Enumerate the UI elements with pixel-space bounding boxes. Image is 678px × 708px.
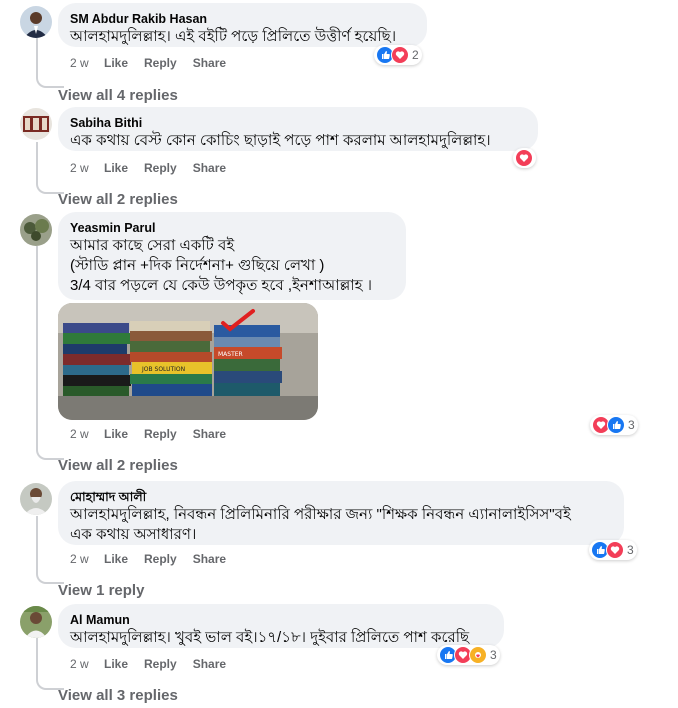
reaction-count: 3 [490, 648, 497, 662]
comment-timestamp[interactable]: 2 w [70, 56, 104, 70]
comment-bubble: SM Abdur Rakib Hasan আলহামদুলিল্লাহ। এই … [58, 3, 427, 47]
comment-timestamp[interactable]: 2 w [70, 427, 104, 441]
comment-timestamp[interactable]: 2 w [70, 161, 104, 175]
comment-text: আলহামদুলিল্লাহ। খুবই ভাল বই।১৭/১৮। দুইবা… [70, 629, 470, 646]
comment-author[interactable]: SM Abdur Rakib Hasan [70, 11, 415, 27]
reaction-summary[interactable] [513, 148, 536, 168]
avatar[interactable] [20, 214, 52, 246]
comment-text: আলহামদুলিল্লাহ, নিবন্ধন প্রিলিমিনারি পরী… [70, 506, 571, 543]
like-button[interactable]: Like [104, 427, 128, 441]
comment-actions: 2 w Like Reply Share [70, 56, 242, 70]
comment-actions: 2 w Like Reply Share [70, 657, 242, 671]
love-icon [391, 46, 409, 64]
reply-button[interactable]: Reply [144, 427, 177, 441]
view-replies-link[interactable]: View 1 reply [58, 582, 144, 599]
book-label: JOB SOLUTION [141, 366, 185, 373]
reaction-summary[interactable]: 3 [589, 540, 637, 560]
comment-timestamp[interactable]: 2 w [70, 657, 104, 671]
reaction-summary[interactable]: 2 [374, 45, 422, 65]
share-button[interactable]: Share [193, 56, 226, 70]
comment-actions: 2 w Like Reply Share [70, 427, 242, 441]
comment-author[interactable]: Yeasmin Parul [70, 220, 394, 236]
care-icon [469, 646, 487, 664]
avatar[interactable] [20, 6, 52, 38]
avatar[interactable] [20, 483, 52, 515]
comment-text: আলহামদুলিল্লাহ। এই বইটি পড়ে প্রিলিতে উত… [70, 28, 397, 45]
reply-button[interactable]: Reply [144, 56, 177, 70]
share-button[interactable]: Share [193, 552, 226, 566]
comment-bubble: Sabiha Bithi এক কথায় বেস্ট কোন কোচিং ছা… [58, 107, 538, 151]
reply-button[interactable]: Reply [144, 161, 177, 175]
comment-actions: 2 w Like Reply Share [70, 552, 242, 566]
view-replies-link[interactable]: View all 2 replies [58, 457, 178, 474]
comment-bubble: Yeasmin Parul আমার কাছে সেরা একটি বই (স্… [58, 212, 406, 300]
comment-bubble: মোহাম্মাদ আলী আলহামদুলিল্লাহ, নিবন্ধন প্… [58, 481, 624, 545]
reaction-count: 2 [412, 48, 419, 62]
share-button[interactable]: Share [193, 427, 226, 441]
view-replies-link[interactable]: View all 3 replies [58, 687, 178, 704]
reaction-summary[interactable]: 3 [437, 645, 500, 665]
like-button[interactable]: Like [104, 657, 128, 671]
reply-button[interactable]: Reply [144, 657, 177, 671]
thread-connector [36, 638, 64, 690]
comment-author[interactable]: Sabiha Bithi [70, 115, 526, 131]
comment-author[interactable]: মোহাম্মাদ আলী [70, 489, 612, 505]
avatar[interactable] [20, 108, 52, 140]
like-icon [607, 416, 625, 434]
like-button[interactable]: Like [104, 161, 128, 175]
comment-actions: 2 w Like Reply Share [70, 161, 242, 175]
like-button[interactable]: Like [104, 56, 128, 70]
thread-connector [36, 38, 64, 88]
view-replies-link[interactable]: View all 2 replies [58, 191, 178, 208]
comment-timestamp[interactable]: 2 w [70, 552, 104, 566]
reaction-count: 3 [627, 543, 634, 557]
comment-text: এক কথায় বেস্ট কোন কোচিং ছাড়াই পড়ে পাশ… [70, 132, 491, 149]
avatar[interactable] [20, 606, 52, 638]
reaction-summary[interactable]: 3 [590, 415, 638, 435]
reply-button[interactable]: Reply [144, 552, 177, 566]
comment-author[interactable]: Al Mamun [70, 612, 492, 628]
like-button[interactable]: Like [104, 552, 128, 566]
love-icon [515, 149, 533, 167]
view-replies-link[interactable]: View all 4 replies [58, 87, 178, 104]
love-icon [606, 541, 624, 559]
share-button[interactable]: Share [193, 161, 226, 175]
comment-text: আমার কাছে সেরা একটি বই (স্টাডি প্লান +দি… [70, 237, 373, 294]
attached-book-photo[interactable]: JOB SOLUTION MASTER [58, 303, 318, 420]
book-label: MASTER [218, 351, 243, 358]
reaction-count: 3 [628, 418, 635, 432]
thread-connector [36, 142, 64, 194]
share-button[interactable]: Share [193, 657, 226, 671]
comment-bubble: Al Mamun আলহামদুলিল্লাহ। খুবই ভাল বই।১৭/… [58, 604, 504, 648]
